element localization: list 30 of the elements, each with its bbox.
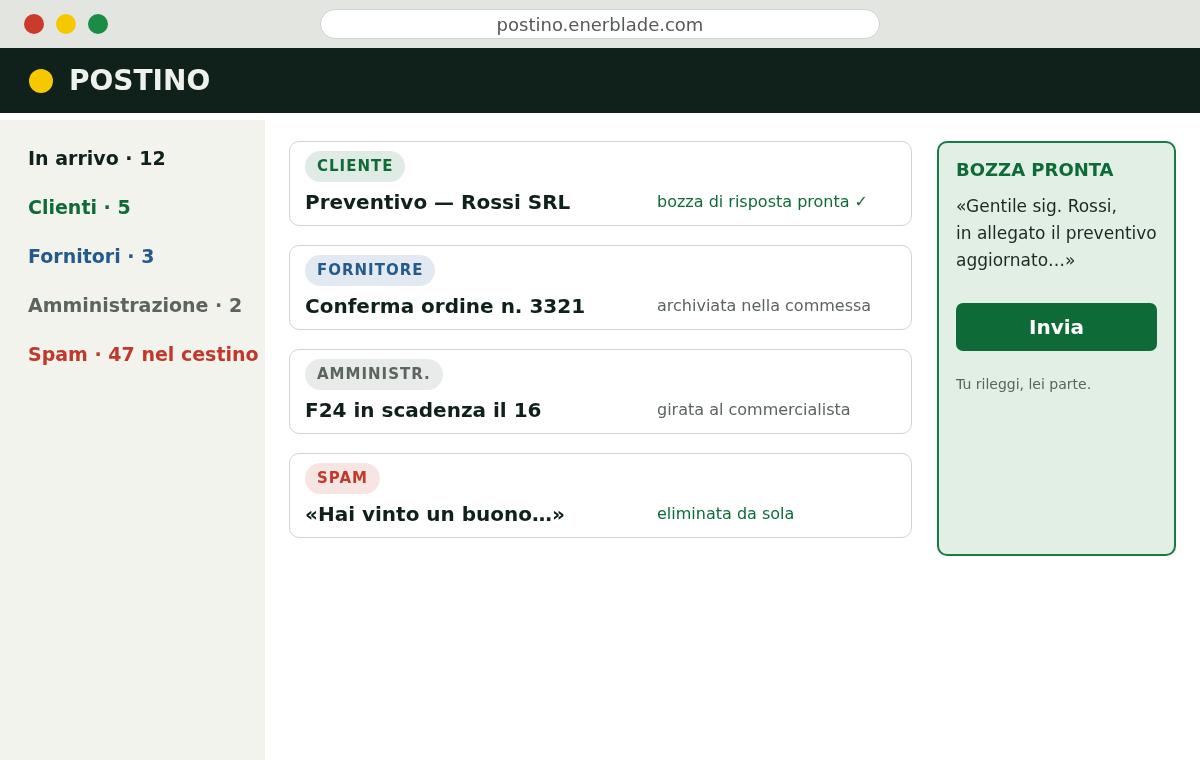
folder-link[interactable]: Fornitori · 3 bbox=[28, 231, 155, 280]
address-bar[interactable]: postino.enerblade.com bbox=[320, 9, 880, 39]
category-tag: SPAM bbox=[305, 463, 380, 494]
category-tag: AMMINISTR. bbox=[305, 359, 443, 390]
mail-status: eliminata da sola bbox=[657, 503, 796, 525]
draft-text: «Gentile sig. Rossi, in allegato il preventivo aggiornato…» bbox=[956, 195, 1157, 272]
mail-status: bozza di risposta pronta ✓ bbox=[657, 191, 869, 213]
mail-status: archiviata nella commessa bbox=[657, 295, 873, 317]
panel-title: BOZZA PRONTA bbox=[956, 159, 1114, 181]
app-title: POSTINO bbox=[69, 63, 211, 98]
mail-card[interactable]: FORNITORE Conferma ordine n. 3321 archiviata nella commessa bbox=[289, 245, 912, 330]
window-control-icon[interactable] bbox=[88, 14, 108, 34]
mail-card[interactable]: AMMINISTR. F24 in scadenza il 16 girata al commercialista bbox=[289, 349, 912, 434]
mail-card[interactable]: SPAM «Hai vinto un buono…» eliminata da sola bbox=[289, 453, 912, 538]
mail-subject: Preventivo — Rossi SRL bbox=[305, 190, 572, 214]
window-control-icon[interactable] bbox=[24, 14, 44, 34]
mail-subject: F24 in scadenza il 16 bbox=[305, 398, 543, 422]
category-tag: FORNITORE bbox=[305, 255, 436, 286]
send-button[interactable]: Invia bbox=[956, 303, 1157, 351]
folder-link[interactable]: Amministrazione · 2 bbox=[28, 280, 243, 329]
mail-card[interactable]: CLIENTE Preventivo — Rossi SRL bozza di risposta pronta ✓ bbox=[289, 141, 912, 226]
folder-link[interactable]: Spam · 47 nel cestino bbox=[28, 329, 259, 378]
logo-icon bbox=[29, 68, 53, 93]
mail-subject: «Hai vinto un buono…» bbox=[305, 502, 566, 526]
folder-link[interactable]: Clienti · 5 bbox=[28, 182, 131, 231]
folder-link[interactable]: In arrivo · 12 bbox=[28, 133, 166, 182]
category-tag: CLIENTE bbox=[305, 151, 406, 182]
mail-subject: Conferma ordine n. 3321 bbox=[305, 294, 587, 318]
mail-status: girata al commercialista bbox=[657, 399, 852, 421]
panel-note: Tu rileggi, lei parte. bbox=[956, 375, 1092, 394]
